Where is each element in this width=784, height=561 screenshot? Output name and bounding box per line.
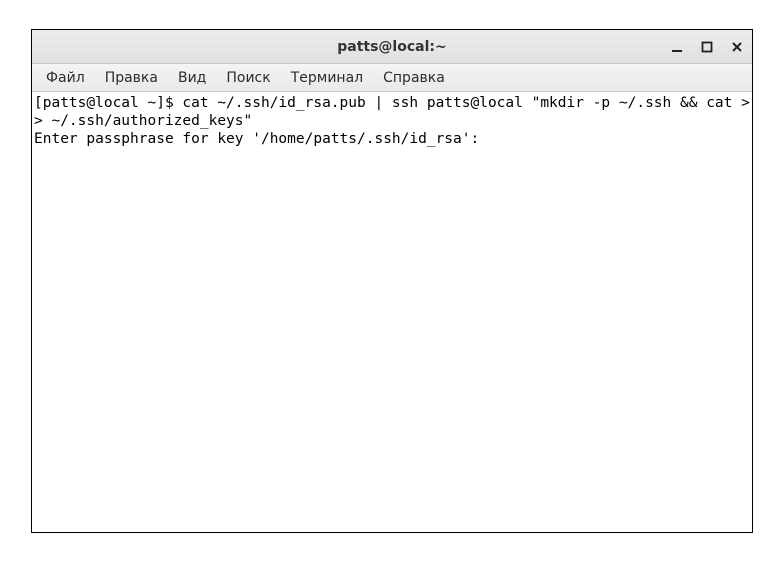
terminal-window: patts@local:~ Файл Правка Вид (31, 29, 753, 533)
terminal-line-2: Enter passphrase for key '/home/patts/.s… (34, 131, 479, 147)
menu-help[interactable]: Справка (373, 67, 455, 89)
maximize-button[interactable] (698, 38, 716, 56)
titlebar: patts@local:~ (32, 30, 752, 64)
terminal-line-1: [patts@local ~]$ cat ~/.ssh/id_rsa.pub |… (34, 95, 750, 129)
menu-view[interactable]: Вид (168, 67, 216, 89)
menu-edit[interactable]: Правка (95, 67, 168, 89)
window-title: patts@local:~ (32, 39, 752, 55)
window-controls (668, 30, 746, 63)
maximize-icon (701, 41, 713, 53)
menu-file[interactable]: Файл (36, 67, 95, 89)
menubar: Файл Правка Вид Поиск Терминал Справка (32, 64, 752, 92)
minimize-button[interactable] (668, 38, 686, 56)
menu-search[interactable]: Поиск (216, 67, 280, 89)
close-button[interactable] (728, 38, 746, 56)
minimize-icon (671, 41, 683, 53)
menu-terminal[interactable]: Терминал (281, 67, 373, 89)
terminal-output[interactable]: [patts@local ~]$ cat ~/.ssh/id_rsa.pub |… (32, 92, 752, 532)
close-icon (731, 41, 743, 53)
